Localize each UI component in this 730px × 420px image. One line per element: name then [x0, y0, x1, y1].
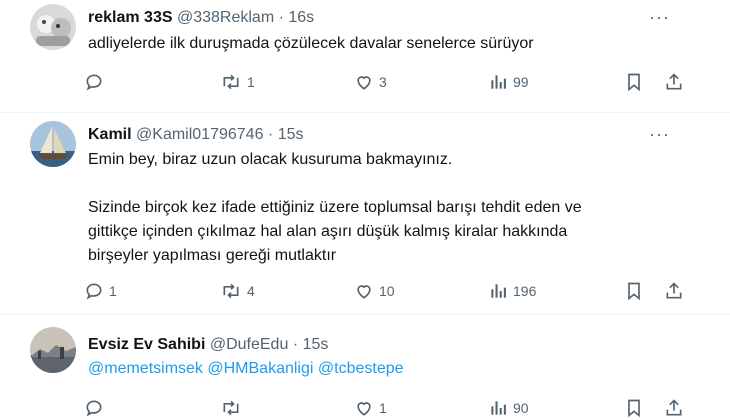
views-button[interactable]: 90: [488, 396, 529, 420]
like-count: 1: [379, 400, 387, 416]
bookmark-icon[interactable]: [624, 70, 644, 94]
more-icon[interactable]: ···: [649, 8, 670, 26]
share-icon[interactable]: [664, 396, 684, 420]
tweet-text: adliyelerde ilk duruşmada çözülecek dava…: [88, 35, 534, 52]
like-icon: [354, 398, 374, 418]
tweet-kamil[interactable]: Kamil @Kamil01796746 · 15s ··· Emin bey,…: [0, 113, 730, 313]
author-name[interactable]: Kamil: [88, 126, 132, 143]
bookmark-icon[interactable]: [624, 279, 644, 303]
share-icon[interactable]: [664, 279, 684, 303]
views-icon: [488, 398, 508, 418]
reply-icon: [84, 398, 104, 418]
tweet-paragraph: Emin bey, biraz uzun olacak kusuruma bak…: [88, 151, 453, 168]
author-name[interactable]: Evsiz Ev Sahibi: [88, 336, 205, 353]
views-icon: [488, 72, 508, 92]
like-icon: [354, 72, 374, 92]
like-count: 10: [379, 283, 395, 299]
timestamp[interactable]: 15s: [278, 126, 304, 143]
mention-link[interactable]: @memetsimsek: [88, 360, 203, 377]
reply-button[interactable]: 1: [84, 279, 117, 303]
avatar-reklam[interactable]: [30, 4, 76, 50]
retweet-count: 1: [247, 74, 255, 90]
like-button[interactable]: 3: [354, 70, 387, 94]
views-count: 99: [513, 74, 529, 90]
reply-count: 1: [109, 283, 117, 299]
action-bar: 1 90: [84, 396, 682, 420]
more-icon[interactable]: ···: [649, 125, 670, 143]
author-name[interactable]: reklam 33S: [88, 9, 173, 26]
retweet-icon: [220, 398, 242, 418]
bookmark-icon[interactable]: [624, 396, 644, 420]
tweet-text: @memetsimsek @HMBakanligi @tcbestepe: [88, 357, 688, 381]
separator-dot: ·: [292, 336, 299, 353]
like-icon: [354, 281, 374, 301]
reply-icon: [84, 281, 104, 301]
mention-link[interactable]: @tcbestepe: [318, 360, 404, 377]
timestamp[interactable]: 16s: [288, 9, 314, 26]
like-count: 3: [379, 74, 387, 90]
views-button[interactable]: 99: [488, 70, 529, 94]
views-icon: [488, 281, 508, 301]
separator-dot: ·: [278, 9, 284, 26]
like-button[interactable]: 1: [354, 396, 387, 420]
like-button[interactable]: 10: [354, 279, 395, 303]
action-bar: 1 3 99: [84, 70, 682, 94]
retweet-button[interactable]: 4: [220, 279, 255, 303]
mention-link[interactable]: @HMBakanligi: [207, 360, 313, 377]
tweet-line: birşeyler yapılması gereği mutlaktır: [88, 247, 337, 264]
views-count: 90: [513, 400, 529, 416]
share-icon[interactable]: [664, 70, 684, 94]
views-button[interactable]: 196: [488, 279, 536, 303]
retweet-icon: [220, 281, 242, 301]
retweet-icon: [220, 72, 242, 92]
reply-button[interactable]: [84, 70, 109, 94]
tweet-line: Sizinde birçok kez ifade ettiğiniz üzere…: [88, 199, 582, 216]
tweet-evsiz[interactable]: Evsiz Ev Sahibi @DufeEdu · 15s @memetsim…: [0, 315, 730, 420]
author-handle[interactable]: @338Reklam: [177, 9, 274, 26]
retweet-button[interactable]: [220, 396, 247, 420]
author-handle[interactable]: @DufeEdu: [210, 336, 289, 353]
tweet-line: gittikçe içinden çıkılmaz hal alan aşırı…: [88, 223, 568, 240]
avatar-kamil[interactable]: [30, 121, 76, 167]
reply-icon: [84, 72, 104, 92]
views-count: 196: [513, 283, 537, 299]
retweet-count: 4: [247, 283, 255, 299]
separator-dot: ·: [267, 126, 274, 143]
action-bar: 1 4 10 196: [84, 279, 682, 303]
avatar-evsiz[interactable]: [30, 327, 76, 373]
timestamp[interactable]: 15s: [303, 336, 329, 353]
reply-button[interactable]: [84, 396, 109, 420]
retweet-button[interactable]: 1: [220, 70, 255, 94]
tweet-reklam[interactable]: reklam 33S @338Reklam · 16s ··· adliyele…: [0, 0, 730, 112]
author-handle[interactable]: @Kamil01796746: [136, 126, 263, 143]
tweet-text: Emin bey, biraz uzun olacak kusuruma bak…: [88, 148, 688, 268]
